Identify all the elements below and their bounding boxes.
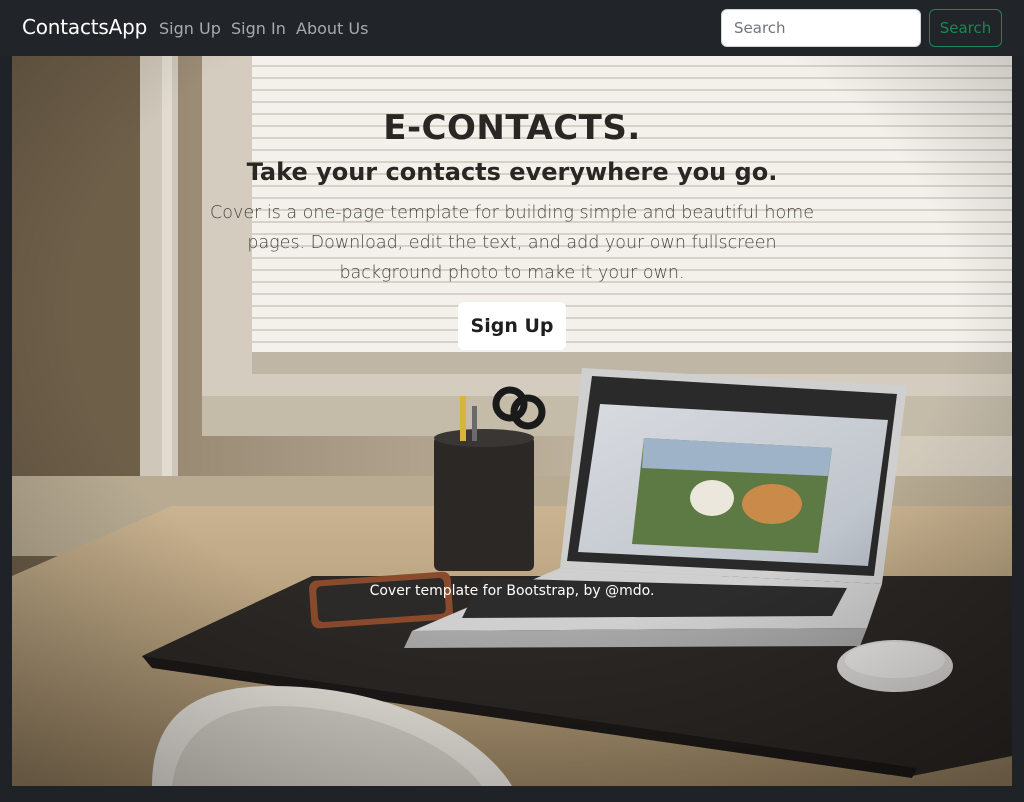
- navbar-brand[interactable]: ContactsApp: [22, 15, 147, 39]
- nav-link-sign-in[interactable]: Sign In: [231, 19, 286, 38]
- hero-sign-up-button[interactable]: Sign Up: [458, 302, 566, 350]
- cover-hero: E-CONTACTS. Take your contacts everywher…: [12, 56, 1012, 786]
- nav-link-about-us[interactable]: About Us: [296, 19, 368, 38]
- footer-text-end: .: [649, 583, 655, 599]
- hero-title: E-CONTACTS.: [383, 108, 641, 148]
- footer-text-mid: , by: [574, 583, 606, 599]
- footer-link-bootstrap[interactable]: Bootstrap: [506, 583, 574, 599]
- footer-link-mdo[interactable]: @mdo: [605, 583, 650, 599]
- nav-link-sign-up[interactable]: Sign Up: [159, 19, 221, 38]
- hero-subtitle: Take your contacts everywhere you go.: [246, 158, 778, 186]
- hero-footer: Cover template for Bootstrap, by @mdo.: [12, 583, 1012, 599]
- search-button[interactable]: Search: [929, 9, 1002, 47]
- hero-lead-text: Cover is a one-page template for buildin…: [210, 203, 814, 283]
- footer-text: Cover template for: [369, 583, 507, 599]
- search-input[interactable]: [721, 9, 921, 47]
- navbar: ContactsApp Sign Up Sign In About Us Sea…: [0, 0, 1024, 56]
